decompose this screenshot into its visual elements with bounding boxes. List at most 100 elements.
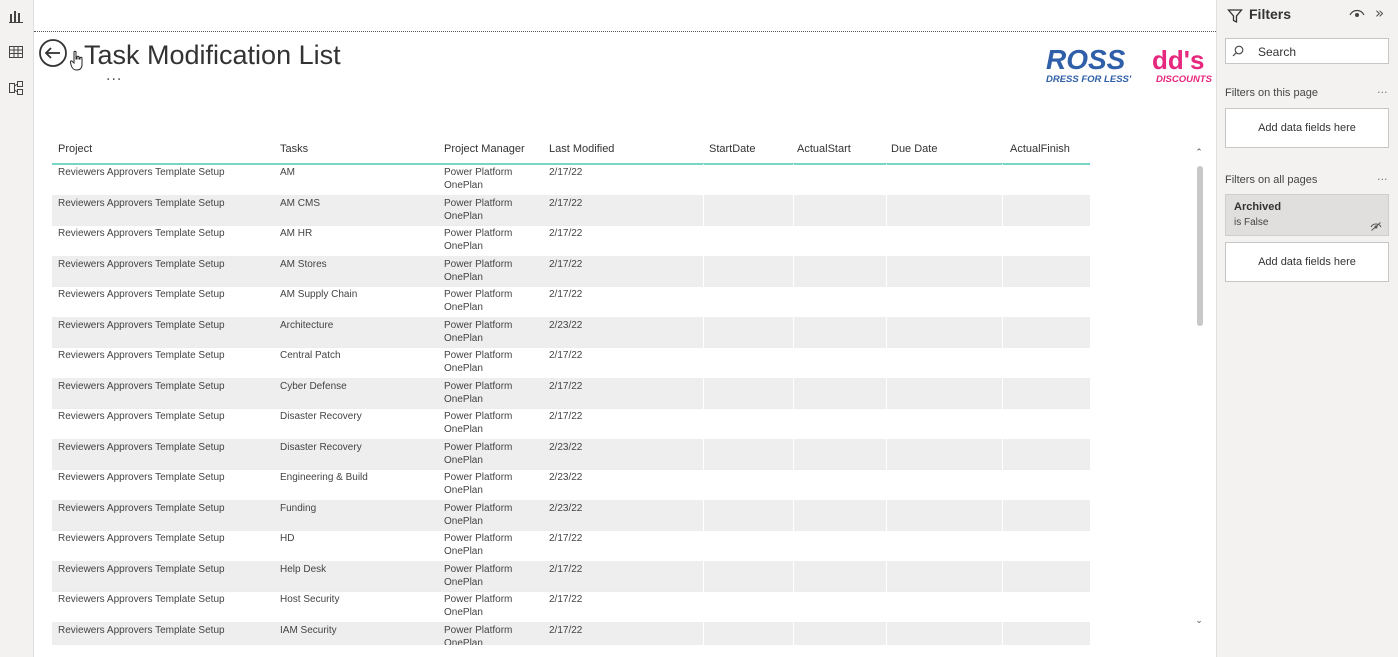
cell-last-modified: 2/17/22 (549, 197, 583, 209)
column-separator (703, 408, 704, 439)
table-row[interactable]: Reviewers Approvers Template Setup Cyber … (52, 377, 1090, 409)
svg-text:ROSS: ROSS (1046, 44, 1126, 75)
cell-last-modified: 2/23/22 (549, 502, 583, 514)
cell-project-manager-line2: OnePlan (444, 454, 483, 466)
column-header-tasks[interactable]: Tasks (280, 143, 308, 155)
table-row[interactable]: Reviewers Approvers Template Setup Engine… (52, 469, 1090, 501)
add-data-fields-page-dropzone[interactable]: Add data fields here (1225, 108, 1389, 148)
column-separator (1002, 499, 1003, 530)
cell-project-manager-line2: OnePlan (444, 363, 483, 374)
cell-task: AM CMS (280, 197, 320, 209)
cell-project-manager-line2: OnePlan (444, 637, 483, 646)
back-arrow-icon[interactable] (38, 38, 68, 68)
column-header-last-modified[interactable]: Last Modified (549, 143, 614, 155)
table-row[interactable]: Reviewers Approvers Template Setup Disast… (52, 438, 1090, 470)
section-more-icon[interactable]: ··· (1377, 86, 1388, 99)
model-view-icon[interactable] (8, 80, 24, 96)
page-title: Task Modification List (84, 40, 341, 70)
filter-funnel-icon (1227, 9, 1243, 24)
cell-last-modified: 2/17/22 (549, 350, 583, 361)
hidden-eye-icon[interactable] (1370, 221, 1382, 231)
table-row[interactable]: Reviewers Approvers Template Setup Disast… (52, 408, 1090, 440)
report-view-icon[interactable] (8, 8, 24, 24)
cell-task: Funding (280, 502, 317, 514)
column-header-project-manager[interactable]: Project Manager (444, 143, 525, 155)
cell-project-manager: Power Platform (444, 502, 513, 514)
column-separator (703, 560, 704, 591)
column-separator (703, 469, 704, 500)
column-separator (886, 560, 887, 591)
table-row[interactable]: Reviewers Approvers Template Setup Archit… (52, 316, 1090, 348)
collapse-pane-icon[interactable]: » (1375, 4, 1384, 22)
filter-card-archived[interactable]: Archived is False (1225, 194, 1389, 236)
column-header-startdate[interactable]: StartDate (709, 143, 755, 155)
table-row[interactable]: Reviewers Approvers Template Setup Host S… (52, 591, 1090, 623)
cell-project: Reviewers Approvers Template Setup (58, 411, 225, 422)
cell-project-manager: Power Platform (444, 533, 513, 544)
cell-last-modified: 2/17/22 (549, 228, 583, 239)
table-row[interactable]: Reviewers Approvers Template Setup IAM Se… (52, 621, 1090, 646)
cell-task: Disaster Recovery (280, 441, 362, 453)
table-row[interactable]: Reviewers Approvers Template Setup AM Sup… (52, 286, 1090, 318)
column-separator (886, 621, 887, 645)
cell-project-manager-line2: OnePlan (444, 607, 483, 618)
column-separator (886, 591, 887, 622)
filter-card-field: Archived (1234, 201, 1282, 213)
scroll-down-icon[interactable]: ⌄ (1194, 616, 1204, 626)
add-data-fields-all-pages-dropzone[interactable]: Add data fields here (1225, 242, 1389, 282)
column-separator (1002, 194, 1003, 225)
cell-last-modified: 2/17/22 (549, 594, 583, 605)
column-separator (1002, 347, 1003, 378)
column-separator (793, 255, 794, 286)
table-row[interactable]: Reviewers Approvers Template Setup AM Sto… (52, 255, 1090, 287)
column-separator (1002, 286, 1003, 317)
column-separator (1002, 255, 1003, 286)
column-separator (793, 408, 794, 439)
cell-project-manager: Power Platform (444, 228, 513, 239)
section-more-icon[interactable]: ··· (1377, 173, 1388, 186)
column-separator (1002, 560, 1003, 591)
table-row[interactable]: Reviewers Approvers Template Setup Centra… (52, 347, 1090, 379)
table-row[interactable]: Reviewers Approvers Template Setup Fundin… (52, 499, 1090, 531)
cell-last-modified: 2/17/22 (549, 289, 583, 300)
table-row[interactable]: Reviewers Approvers Template Setup AM Powe… (52, 164, 1090, 196)
cell-project-manager: Power Platform (444, 624, 513, 636)
cell-project-manager-line2: OnePlan (444, 302, 483, 313)
cell-project-manager-line2: OnePlan (444, 576, 483, 588)
column-separator (886, 194, 887, 225)
table-row[interactable]: Reviewers Approvers Template Setup Help D… (52, 560, 1090, 592)
column-separator (886, 469, 887, 500)
table-row[interactable]: Reviewers Approvers Template Setup HD Powe… (52, 530, 1090, 562)
column-header-actualstart[interactable]: ActualStart (797, 143, 851, 155)
scroll-up-icon[interactable]: ⌃ (1194, 148, 1204, 158)
cell-project-manager: Power Platform (444, 563, 513, 575)
column-header-project[interactable]: Project (58, 143, 92, 155)
table-scrollbar[interactable]: ⌃ ⌄ (1194, 148, 1204, 628)
table-row[interactable]: Reviewers Approvers Template Setup AM HR P… (52, 225, 1090, 257)
cell-last-modified: 2/23/22 (549, 472, 583, 483)
cell-project: Reviewers Approvers Template Setup (58, 594, 225, 605)
column-header-due-date[interactable]: Due Date (891, 143, 937, 155)
table-row[interactable]: Reviewers Approvers Template Setup AM CMS… (52, 194, 1090, 226)
column-separator (703, 438, 704, 469)
more-options-icon[interactable]: ··· (106, 72, 122, 88)
column-separator (793, 377, 794, 408)
column-separator (703, 164, 704, 195)
cell-project: Reviewers Approvers Template Setup (58, 380, 225, 392)
filter-search-input[interactable]: Search (1225, 38, 1389, 64)
eye-icon[interactable] (1349, 8, 1365, 20)
table-view-icon[interactable] (8, 44, 24, 60)
column-separator (1002, 164, 1003, 195)
cell-project-manager: Power Platform (444, 319, 513, 331)
column-header-actualfinish[interactable]: ActualFinish (1010, 143, 1070, 155)
column-separator (703, 377, 704, 408)
column-separator (886, 347, 887, 378)
column-separator (886, 316, 887, 347)
scroll-thumb[interactable] (1197, 166, 1203, 326)
cell-task: Help Desk (280, 563, 327, 575)
cell-project-manager-line2: OnePlan (444, 485, 483, 496)
column-separator (886, 255, 887, 286)
cell-project-manager: Power Platform (444, 472, 513, 483)
column-separator (1002, 591, 1003, 622)
column-separator (793, 621, 794, 645)
